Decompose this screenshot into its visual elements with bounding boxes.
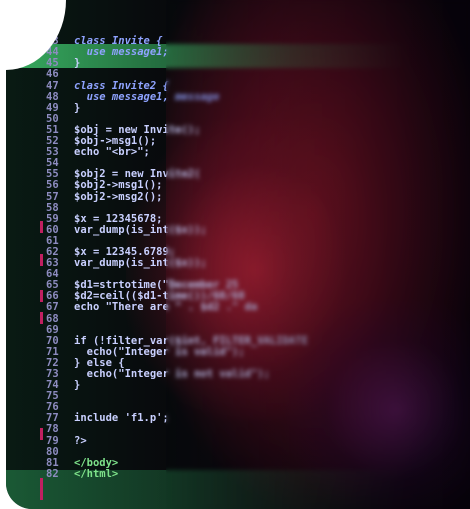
code-text: use message1;	[74, 46, 169, 59]
blur-overlay	[166, 0, 470, 509]
line-marker	[40, 254, 43, 266]
line-marker	[40, 290, 43, 302]
code-photo: 414243class Invite {44 use message1;45}4…	[6, 0, 470, 509]
code-text: ?>	[74, 434, 87, 447]
line-number: 79	[46, 434, 59, 447]
line-marker	[40, 312, 43, 324]
code-text: $obj2->msg2();	[74, 190, 163, 203]
code-text: include 'f1.p';	[74, 412, 169, 425]
line-number: 57	[46, 190, 59, 203]
code-text: }	[74, 101, 81, 114]
line-number: 67	[46, 301, 59, 314]
code-text: }	[74, 379, 81, 392]
line-number: 78	[46, 423, 59, 436]
line-number: 47	[46, 79, 59, 92]
line-number: 46	[46, 68, 59, 81]
line-number: 56	[46, 179, 59, 192]
line-marker	[40, 221, 43, 233]
line-marker	[40, 428, 43, 440]
line-marker	[40, 478, 43, 500]
line-number: 82	[46, 467, 59, 480]
line-number: 68	[46, 312, 59, 325]
code-text: }	[74, 57, 81, 70]
code-text: </html>	[74, 467, 119, 480]
code-text: echo "<br>";	[74, 146, 150, 159]
